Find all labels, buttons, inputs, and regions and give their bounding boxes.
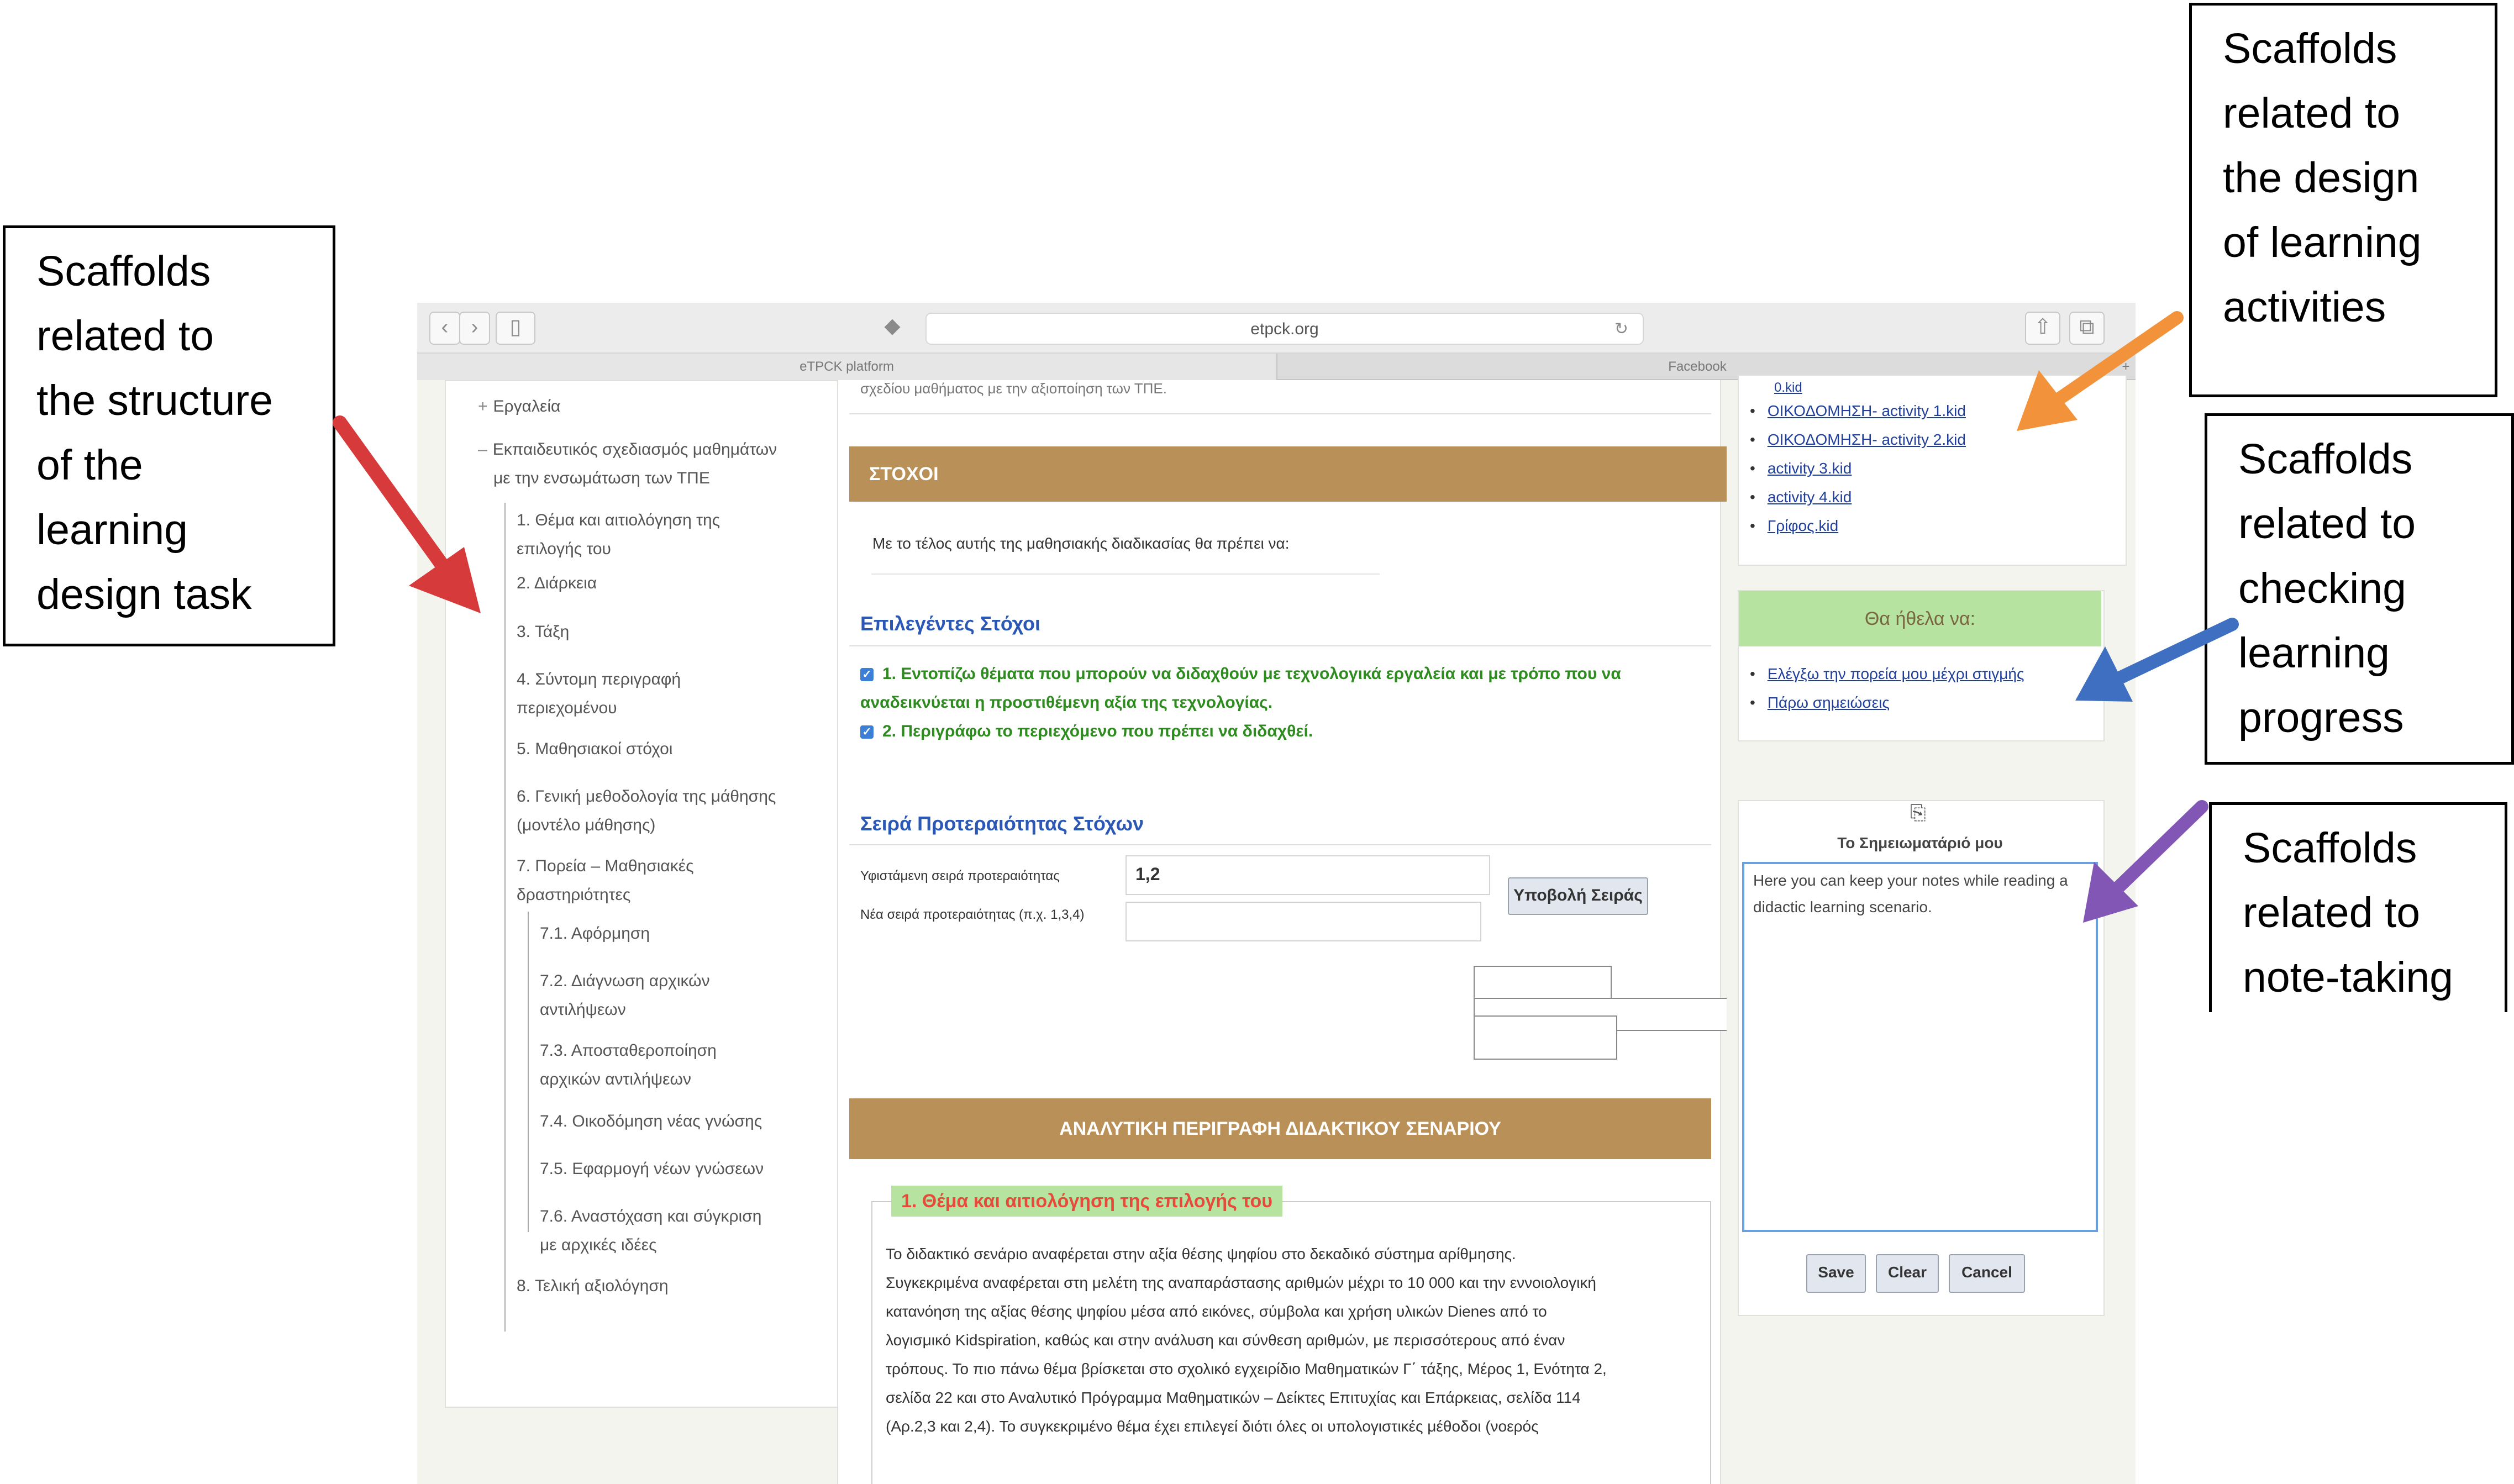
arrows-layer	[333, 311, 2239, 923]
blue-arrow	[2075, 618, 2239, 702]
orange-arrow	[2017, 311, 2184, 431]
red-arrow	[333, 415, 481, 613]
purple-arrow	[2083, 800, 2208, 923]
